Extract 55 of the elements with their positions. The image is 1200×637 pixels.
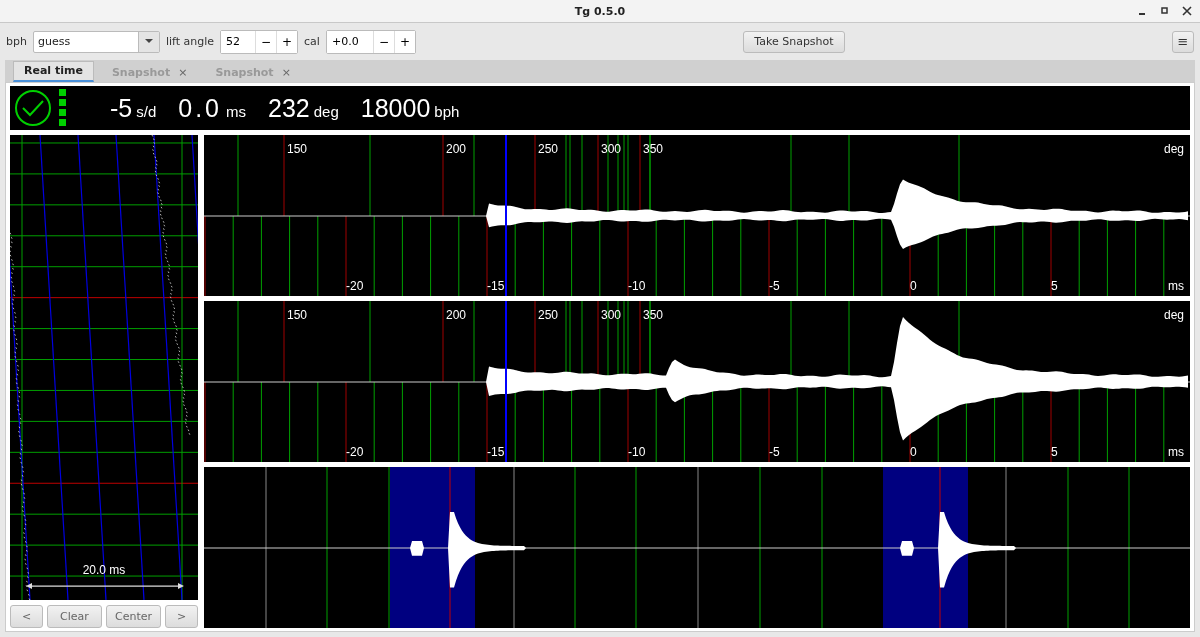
degree-label: 300 — [601, 308, 622, 322]
ms-label: -10 — [628, 279, 646, 293]
ms-label: 0 — [910, 279, 917, 293]
amplitude-value: 232 — [268, 93, 310, 123]
maximize-icon[interactable] — [1160, 6, 1170, 16]
degree-label: 350 — [643, 308, 664, 322]
clock-icon — [14, 89, 52, 127]
window-title: Tg 0.5.0 — [574, 4, 626, 18]
rate-unit: s/d — [136, 102, 157, 120]
degree-label: 250 — [538, 142, 559, 156]
bph-unit: bph — [434, 102, 460, 120]
tab[interactable]: Real time — [13, 61, 94, 82]
beat-error-unit: ms — [226, 102, 246, 120]
ms-label: 5 — [1051, 445, 1058, 459]
take-snapshot-button[interactable]: Take Snapshot — [743, 30, 845, 53]
degree-unit: deg — [1163, 142, 1184, 156]
ms-label: -20 — [346, 445, 364, 459]
degree-label: 200 — [446, 142, 467, 156]
rate-value: -5 — [110, 93, 133, 123]
lift-angle-label: lift angle — [165, 35, 215, 48]
ms-unit: ms — [1168, 279, 1184, 293]
degree-label: 200 — [446, 308, 467, 322]
ms-label: 0 — [910, 445, 917, 459]
degree-label: 150 — [287, 308, 308, 322]
ms-unit: ms — [1168, 445, 1184, 459]
paperstrip-button[interactable]: Center — [106, 605, 161, 628]
bph-combo[interactable]: guess — [32, 30, 160, 53]
ms-label: -15 — [487, 445, 505, 459]
cal-spinbox[interactable]: +0.0 − + — [325, 29, 416, 54]
lift-angle-spinbox[interactable]: 52 − + — [220, 29, 299, 54]
beat-error-value: 0.0 — [178, 93, 222, 123]
amplitude-unit: deg — [313, 102, 339, 120]
cal-label: cal — [304, 35, 320, 48]
ms-label: -10 — [628, 445, 646, 459]
degree-label: 350 — [643, 142, 664, 156]
dropdown-icon — [144, 39, 153, 44]
ms-label: -5 — [769, 445, 780, 459]
bph-value: 18000 — [360, 93, 431, 123]
degree-unit: deg — [1163, 308, 1184, 322]
paperstrip-button[interactable]: < — [10, 605, 43, 628]
degree-label: 300 — [601, 142, 622, 156]
signal-icon — [59, 89, 67, 127]
ms-label: -5 — [769, 279, 780, 293]
degree-label: 150 — [287, 142, 308, 156]
close-icon[interactable] — [1182, 6, 1192, 16]
ms-label: -15 — [487, 279, 505, 293]
bph-label: bph — [6, 35, 27, 48]
ms-label: 5 — [1051, 279, 1058, 293]
menu-button[interactable]: ≡ — [1172, 30, 1194, 53]
degree-label: 250 — [538, 308, 559, 322]
increment-button[interactable]: + — [393, 30, 415, 53]
paperstrip-button[interactable]: Clear — [47, 605, 102, 628]
increment-button[interactable]: + — [276, 30, 298, 53]
paperstrip-button[interactable]: > — [165, 605, 198, 628]
ms-label: -20 — [346, 279, 364, 293]
